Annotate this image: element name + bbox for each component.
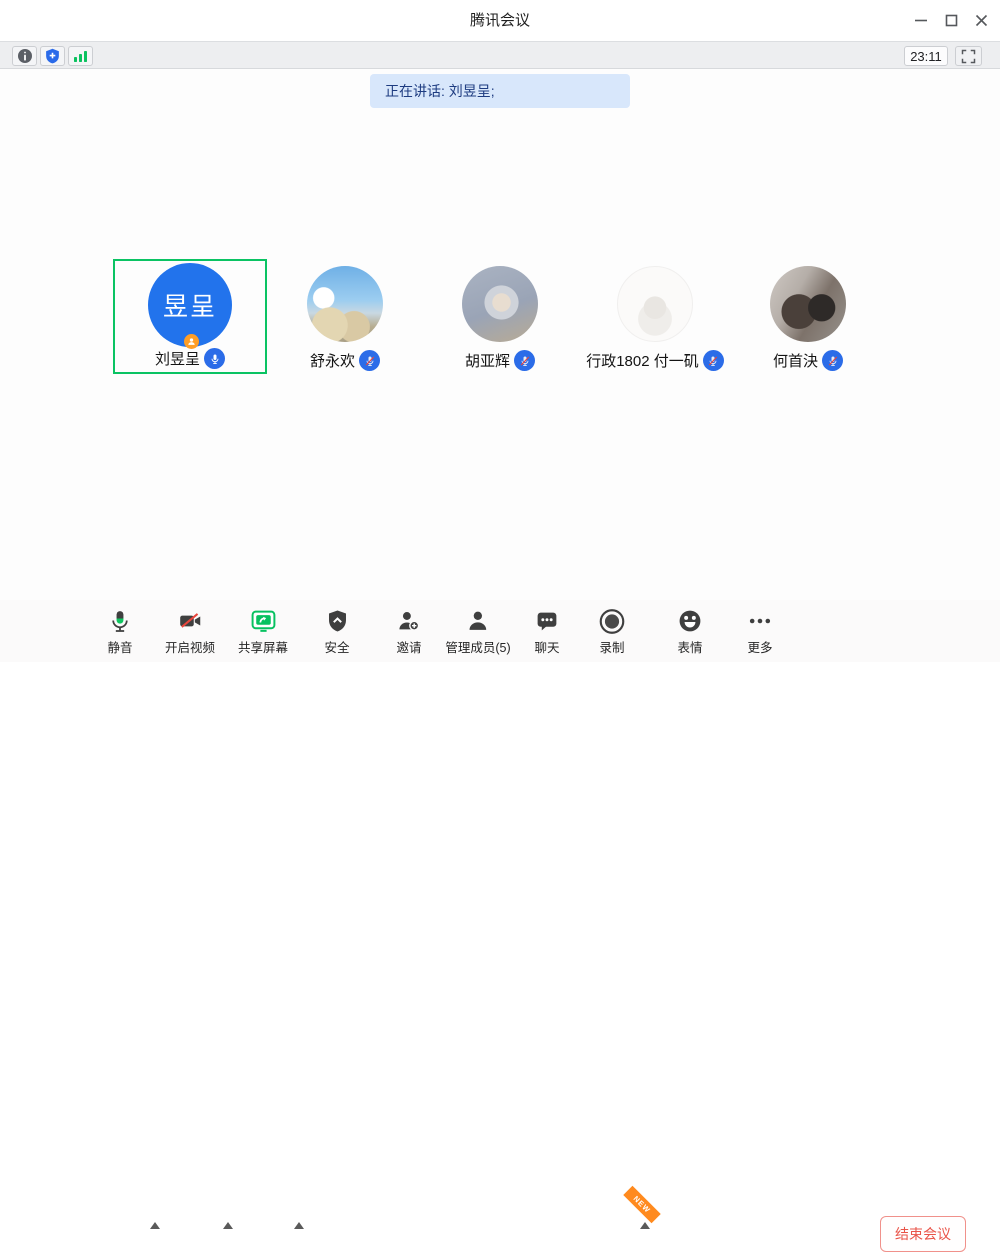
avatar — [770, 266, 846, 342]
participant-tile-heshoujue[interactable]: 何首決 — [731, 259, 885, 374]
participant-tile-shuyonghuan[interactable]: 舒永欢 — [268, 259, 422, 374]
share-screen-icon — [249, 606, 276, 636]
manage-members-label: 管理成员(5) — [445, 637, 510, 656]
mic-muted-icon — [359, 350, 380, 371]
record-button[interactable]: 录制 — [599, 606, 626, 656]
start-video-label: 开启视频 — [165, 637, 215, 656]
emoji-label: 表情 — [677, 637, 702, 656]
signal-bars-icon — [73, 49, 88, 63]
mic-muted-icon — [514, 350, 535, 371]
maximize-button[interactable] — [938, 8, 964, 32]
mute-label: 静音 — [107, 637, 132, 656]
speaking-banner: 正在讲话: 刘昱呈; — [370, 74, 630, 108]
mic-muted-icon — [703, 350, 724, 371]
participant-name: 舒永欢 — [310, 350, 355, 371]
end-meeting-button[interactable]: 结束会议 — [880, 1216, 966, 1252]
security-shield-icon — [325, 606, 349, 636]
invite-person-icon — [396, 606, 421, 636]
security-button[interactable]: 安全 — [324, 606, 349, 656]
record-icon — [599, 606, 626, 636]
participant-name: 刘昱呈 — [155, 348, 200, 369]
chat-button[interactable]: 聊天 — [534, 606, 559, 656]
participant-name: 行政1802 付一矶 — [586, 350, 699, 371]
chat-bubble-icon — [534, 606, 559, 636]
meeting-stage: 正在讲话: 刘昱呈; 昱呈 刘昱呈 舒永欢 — [0, 69, 1000, 600]
status-toolbar: 23:11 — [0, 41, 1000, 69]
security-status-button[interactable] — [40, 46, 65, 66]
network-status-button[interactable] — [68, 46, 93, 66]
start-video-button[interactable]: 开启视频 — [165, 606, 215, 656]
more-label: 更多 — [747, 637, 772, 656]
participant-name: 何首決 — [773, 350, 818, 371]
fullscreen-icon — [961, 49, 976, 64]
members-person-icon — [466, 606, 491, 636]
microphone-icon — [107, 606, 132, 636]
participant-name: 胡亚辉 — [465, 350, 510, 371]
camera-off-icon — [176, 606, 203, 636]
avatar-initials: 昱呈 — [163, 287, 217, 323]
more-button[interactable]: 更多 — [747, 606, 772, 656]
mic-muted-icon — [822, 350, 843, 371]
minimize-icon — [914, 13, 928, 27]
emoji-button[interactable]: 表情 — [677, 606, 702, 656]
host-badge-icon — [184, 334, 199, 349]
participant-tile-huyahui[interactable]: 胡亚辉 — [423, 259, 577, 374]
shield-plus-icon — [45, 48, 60, 64]
avatar — [307, 266, 383, 342]
title-bar: 腾讯会议 — [0, 0, 1000, 41]
meeting-window: 腾讯会议 23:11 正在讲话: 刘昱呈; 昱呈 — [0, 0, 1000, 662]
record-new-badge: NEW — [623, 1186, 660, 1223]
security-label: 安全 — [324, 637, 349, 656]
control-bar: 静音 开启视频 — [0, 600, 1000, 662]
meeting-timer: 23:11 — [904, 46, 948, 66]
share-options-arrow[interactable] — [294, 1222, 304, 1229]
invite-label: 邀请 — [396, 637, 421, 656]
avatar — [462, 266, 538, 342]
invite-button[interactable]: 邀请 — [396, 606, 421, 656]
record-label: 录制 — [599, 637, 624, 656]
maximize-icon — [945, 14, 958, 27]
record-options-arrow[interactable] — [640, 1222, 650, 1229]
manage-members-button[interactable]: 管理成员(5) — [445, 606, 510, 656]
more-dots-icon — [747, 606, 772, 636]
video-options-arrow[interactable] — [223, 1222, 233, 1229]
share-screen-label: 共享屏幕 — [238, 637, 288, 656]
mic-on-icon — [204, 348, 225, 369]
info-icon — [17, 48, 33, 64]
meeting-info-button[interactable] — [12, 46, 37, 66]
window-title: 腾讯会议 — [0, 0, 1000, 41]
participant-tile-liuyucheng[interactable]: 昱呈 刘昱呈 — [113, 259, 267, 374]
fullscreen-button[interactable] — [955, 46, 982, 66]
mute-options-arrow[interactable] — [150, 1222, 160, 1229]
emoji-smiley-icon — [677, 606, 702, 636]
share-screen-button[interactable]: 共享屏幕 — [238, 606, 288, 656]
chat-label: 聊天 — [534, 637, 559, 656]
minimize-button[interactable] — [908, 8, 934, 32]
close-button[interactable] — [968, 8, 994, 32]
participant-tile-fuyiji[interactable]: 行政1802 付一矶 — [578, 259, 732, 374]
mute-button[interactable]: 静音 — [107, 606, 132, 656]
close-icon — [975, 14, 988, 27]
avatar — [617, 266, 693, 342]
